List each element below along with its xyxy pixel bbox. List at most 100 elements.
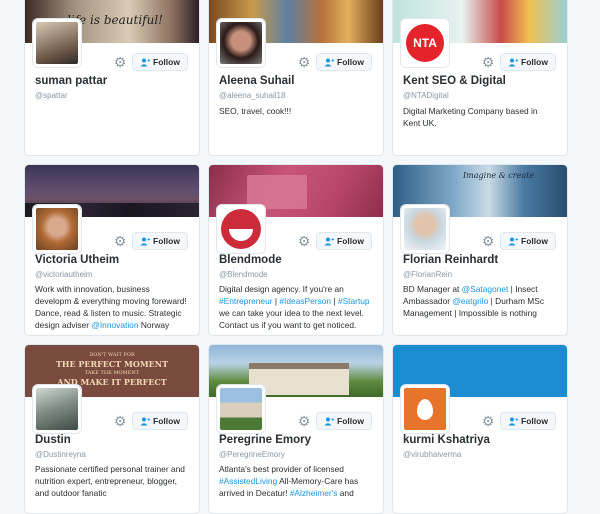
gear-icon[interactable]: ⚙ — [297, 235, 311, 249]
user-card[interactable]: ⚙ Follow Peregrine Emory @PeregrineEmory… — [208, 344, 384, 514]
follow-button[interactable]: Follow — [316, 232, 372, 250]
bio: Digital design agency. If you're an #Entr… — [219, 283, 379, 331]
bio-text: Kent UK. — [403, 118, 437, 128]
gear-icon[interactable]: ⚙ — [113, 56, 127, 70]
bio-line: Atlanta's best provider of licensed — [219, 463, 379, 475]
banner-text: Imagine & create — [463, 171, 535, 180]
user-card[interactable]: ⚙ Follow kurmi Kshatriya @virubhaiverma — [392, 344, 568, 514]
bio-text: SEO, travel, cook!!! — [219, 106, 292, 116]
follow-button[interactable]: Follow — [132, 412, 188, 430]
handle[interactable]: @FlorianRein — [403, 270, 452, 279]
display-name[interactable]: Aleena Suhail — [219, 75, 294, 87]
user-card[interactable]: ⚙ Follow Victoria Utheim @victoriautheim… — [24, 164, 200, 336]
bio-line: Passionate certified personal trainer an… — [35, 463, 195, 475]
avatar[interactable] — [217, 19, 265, 67]
follow-label: Follow — [153, 57, 180, 67]
gear-icon[interactable]: ⚙ — [481, 56, 495, 70]
bio-line: developm & everything moving foreward! — [35, 295, 195, 307]
display-name[interactable]: kurmi Kshatriya — [403, 434, 490, 446]
bio-text: we can take your idea to the next level. — [219, 308, 364, 318]
bio-line: Work with innovation, business — [35, 283, 195, 295]
add-user-icon — [324, 58, 335, 66]
bio: Work with innovation, business developm &… — [35, 283, 195, 331]
user-card[interactable]: Imagine & create ⚙ Follow Florian Reinha… — [392, 164, 568, 336]
bio-link[interactable]: @Innovation — [91, 320, 138, 330]
follow-label: Follow — [521, 416, 548, 426]
follow-label: Follow — [521, 57, 548, 67]
bio-line: we can take your idea to the next level. — [219, 307, 379, 319]
bio-line: Digital Marketing Company based in — [403, 105, 563, 117]
avatar[interactable] — [401, 205, 449, 253]
gear-icon[interactable]: ⚙ — [113, 235, 127, 249]
bio-text: Norway — [138, 320, 170, 330]
user-card[interactable]: ⚙ Follow Aleena Suhail @aleena_suhail18 … — [208, 0, 384, 156]
bio-line: #AssistedLiving All-Memory-Care has — [219, 475, 379, 487]
handle[interactable]: @victoriautheim — [35, 270, 92, 279]
bio-link[interactable]: #Startup — [338, 296, 370, 306]
bio-text: Work with innovation, business — [35, 284, 150, 294]
bio-text: and — [337, 488, 354, 498]
banner-quote: DON'T WAIT FOR THE PERFECT MOMENT TAKE T… — [55, 352, 169, 387]
handle[interactable]: @PeregrineEmory — [219, 450, 285, 459]
bio-line: Ambassador @eatgrilo | Durham MSc — [403, 295, 563, 307]
bio-text: Ambassador — [403, 296, 453, 306]
display-name[interactable]: Florian Reinhardt — [403, 254, 498, 266]
handle[interactable]: @Dustinreyna — [35, 450, 86, 459]
bio: Atlanta's best provider of licensed #Assi… — [219, 463, 379, 499]
bio-text: | Durham MSc — [488, 296, 545, 306]
bio: Passionate certified personal trainer an… — [35, 463, 195, 499]
bio-link[interactable]: #AssistedLiving — [219, 476, 277, 486]
bio-text: All-Memory-Care has — [277, 476, 359, 486]
gear-icon[interactable]: ⚙ — [113, 415, 127, 429]
bio: BD Manager at @Satagonet | Insect Ambassa… — [403, 283, 563, 319]
follow-button[interactable]: Follow — [132, 232, 188, 250]
avatar[interactable] — [401, 385, 449, 433]
gear-icon[interactable]: ⚙ — [297, 56, 311, 70]
bio-text: | Insect — [508, 284, 538, 294]
bio-text: design adviser — [35, 320, 92, 330]
follow-button[interactable]: Follow — [132, 53, 188, 71]
display-name[interactable]: Victoria Utheim — [35, 254, 119, 266]
bio-link[interactable]: @Satagonet — [462, 284, 509, 294]
display-name[interactable]: suman pattar — [35, 75, 107, 87]
bio-link[interactable]: @eatgrilo — [452, 296, 488, 306]
nta-logo: NTA — [406, 24, 444, 62]
gear-icon[interactable]: ⚙ — [297, 415, 311, 429]
bio-line: nutrition expert, entrepreneur, blogger, — [35, 475, 195, 487]
follow-button[interactable]: Follow — [500, 412, 556, 430]
display-name[interactable]: Kent SEO & Digital — [403, 75, 506, 87]
bio-link[interactable]: #IdeasPerson — [279, 296, 331, 306]
avatar[interactable]: NTA — [401, 19, 449, 67]
bio-link[interactable]: #Alzheimer's — [290, 488, 338, 498]
blendmode-logo — [221, 209, 261, 249]
follow-button[interactable]: Follow — [316, 53, 372, 71]
avatar[interactable] — [33, 385, 81, 433]
follow-button[interactable]: Follow — [316, 412, 372, 430]
user-card[interactable]: NTA ⚙ Follow Kent SEO & Digital @NTADigi… — [392, 0, 568, 156]
bio-line: Dance, read & listen to music. Strategic — [35, 307, 195, 319]
user-card[interactable]: ⚙ Follow Blendmode @Blendmode Digital de… — [208, 164, 384, 336]
follow-button[interactable]: Follow — [500, 232, 556, 250]
display-name[interactable]: Dustin — [35, 434, 71, 446]
bio-text: Contact us if you want to get noticed. — [219, 320, 357, 330]
handle[interactable]: @NTADigital — [403, 91, 449, 100]
user-card[interactable]: DON'T WAIT FOR THE PERFECT MOMENT TAKE T… — [24, 344, 200, 514]
follow-button[interactable]: Follow — [500, 53, 556, 71]
add-user-icon — [324, 417, 335, 425]
gear-icon[interactable]: ⚙ — [481, 235, 495, 249]
display-name[interactable]: Blendmode — [219, 254, 282, 266]
avatar[interactable] — [33, 19, 81, 67]
display-name[interactable]: Peregrine Emory — [219, 434, 311, 446]
avatar[interactable] — [217, 205, 265, 253]
handle[interactable]: @virubhaiverma — [403, 450, 461, 459]
avatar[interactable] — [33, 205, 81, 253]
handle[interactable]: @Blendmode — [219, 270, 268, 279]
gear-icon[interactable]: ⚙ — [481, 415, 495, 429]
bio-text: Dance, read & listen to music. Strategic — [35, 308, 182, 318]
bio-link[interactable]: #Entrepreneur — [219, 296, 273, 306]
avatar[interactable] — [217, 385, 265, 433]
handle[interactable]: @spattar — [35, 91, 68, 100]
user-card[interactable]: life is beautiful! ⚙ Follow suman pattar… — [24, 0, 200, 156]
follow-label: Follow — [153, 416, 180, 426]
handle[interactable]: @aleena_suhail18 — [219, 91, 285, 100]
